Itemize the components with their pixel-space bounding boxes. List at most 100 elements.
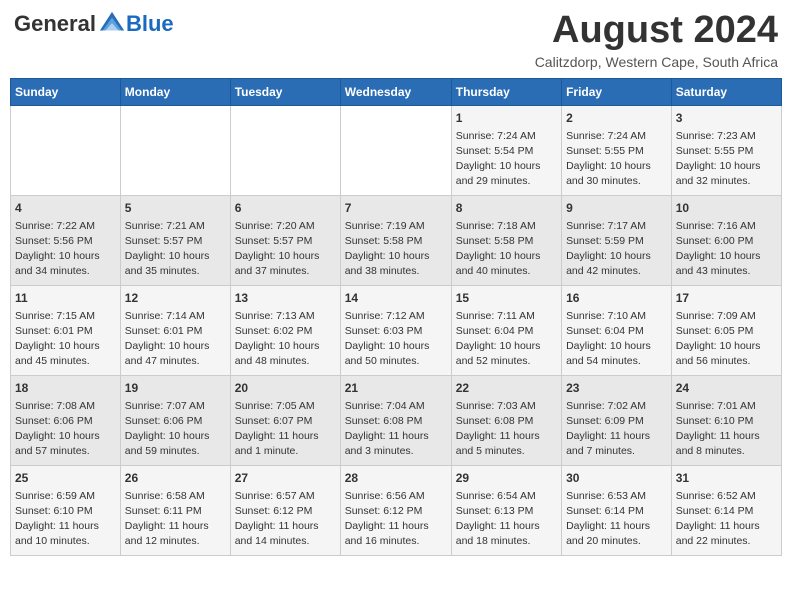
calendar-cell: 21 Sunrise: 7:04 AM Sunset: 6:08 PM Dayli… [340,375,451,465]
header-day-thursday: Thursday [451,78,561,105]
day-number: 8 [456,200,557,217]
day-number: 21 [345,380,447,397]
day-number: 15 [456,290,557,307]
calendar-cell: 4 Sunrise: 7:22 AM Sunset: 5:56 PM Daylig… [11,195,121,285]
page-header: General Blue August 2024 Calitzdorp, Wes… [10,10,782,70]
calendar-cell: 28Sunrise: 6:56 AM Sunset: 6:12 PM Dayli… [340,465,451,555]
day-number: 3 [676,110,777,127]
cell-content: Sunrise: 7:07 AM Sunset: 6:06 PM Dayligh… [125,399,226,460]
day-number: 2 [566,110,667,127]
calendar-cell: 2Sunrise: 7:24 AM Sunset: 5:55 PM Daylig… [562,105,672,195]
cell-content: Sunrise: 7:24 AM Sunset: 5:54 PM Dayligh… [456,129,557,190]
day-number: 4 [15,200,116,217]
day-number: 11 [15,290,116,307]
day-number: 22 [456,380,557,397]
calendar-cell: 9 Sunrise: 7:17 AM Sunset: 5:59 PM Daylig… [562,195,672,285]
week-row-2: 11 Sunrise: 7:15 AM Sunset: 6:01 PM Dayli… [11,285,782,375]
day-number: 12 [125,290,226,307]
day-number: 1 [456,110,557,127]
day-number: 9 [566,200,667,217]
title-block: August 2024 Calitzdorp, Western Cape, So… [535,10,778,70]
day-number: 17 [676,290,777,307]
calendar-cell: 24Sunrise: 7:01 AM Sunset: 6:10 PM Dayli… [671,375,781,465]
cell-content: Sunrise: 7:11 AM Sunset: 6:04 PM Dayligh… [456,309,557,370]
day-number: 19 [125,380,226,397]
calendar-cell [11,105,121,195]
calendar-cell [230,105,340,195]
cell-content: Sunrise: 7:15 AM Sunset: 6:01 PM Dayligh… [15,309,116,370]
day-number: 18 [15,380,116,397]
cell-content: Sunrise: 7:12 AM Sunset: 6:03 PM Dayligh… [345,309,447,370]
calendar-header: SundayMondayTuesdayWednesdayThursdayFrid… [11,78,782,105]
cell-content: Sunrise: 6:54 AM Sunset: 6:13 PM Dayligh… [456,489,557,550]
day-number: 13 [235,290,336,307]
header-day-wednesday: Wednesday [340,78,451,105]
calendar-cell: 29 Sunrise: 6:54 AM Sunset: 6:13 PM Dayli… [451,465,561,555]
cell-content: Sunrise: 7:04 AM Sunset: 6:08 PM Dayligh… [345,399,447,460]
calendar-cell: 7Sunrise: 7:19 AM Sunset: 5:58 PM Daylig… [340,195,451,285]
cell-content: Sunrise: 7:05 AM Sunset: 6:07 PM Dayligh… [235,399,336,460]
day-number: 5 [125,200,226,217]
logo-general: General [14,11,96,37]
calendar-cell: 14 Sunrise: 7:12 AM Sunset: 6:03 PM Dayli… [340,285,451,375]
cell-content: Sunrise: 6:52 AM Sunset: 6:14 PM Dayligh… [676,489,777,550]
logo-blue: Blue [126,11,174,37]
cell-content: Sunrise: 7:23 AM Sunset: 5:55 PM Dayligh… [676,129,777,190]
cell-content: Sunrise: 7:14 AM Sunset: 6:01 PM Dayligh… [125,309,226,370]
calendar-cell: 22 Sunrise: 7:03 AM Sunset: 6:08 PM Dayli… [451,375,561,465]
logo: General Blue [14,10,174,38]
calendar-cell: 15 Sunrise: 7:11 AM Sunset: 6:04 PM Dayli… [451,285,561,375]
week-row-0: 1 Sunrise: 7:24 AM Sunset: 5:54 PM Daylig… [11,105,782,195]
calendar-cell: 19 Sunrise: 7:07 AM Sunset: 6:06 PM Dayli… [120,375,230,465]
day-number: 28 [345,470,447,487]
calendar-cell: 16 Sunrise: 7:10 AM Sunset: 6:04 PM Dayli… [562,285,672,375]
calendar-cell: 5 Sunrise: 7:21 AM Sunset: 5:57 PM Daylig… [120,195,230,285]
calendar-cell [120,105,230,195]
cell-content: Sunrise: 7:17 AM Sunset: 5:59 PM Dayligh… [566,219,667,280]
calendar-cell: 27Sunrise: 6:57 AM Sunset: 6:12 PM Dayli… [230,465,340,555]
calendar-cell: 12 Sunrise: 7:14 AM Sunset: 6:01 PM Dayli… [120,285,230,375]
cell-content: Sunrise: 7:13 AM Sunset: 6:02 PM Dayligh… [235,309,336,370]
week-row-1: 4 Sunrise: 7:22 AM Sunset: 5:56 PM Daylig… [11,195,782,285]
cell-content: Sunrise: 7:02 AM Sunset: 6:09 PM Dayligh… [566,399,667,460]
day-number: 26 [125,470,226,487]
day-number: 14 [345,290,447,307]
header-day-friday: Friday [562,78,672,105]
day-number: 16 [566,290,667,307]
cell-content: Sunrise: 7:22 AM Sunset: 5:56 PM Dayligh… [15,219,116,280]
calendar-table: SundayMondayTuesdayWednesdayThursdayFrid… [10,78,782,556]
calendar-cell: 11 Sunrise: 7:15 AM Sunset: 6:01 PM Dayli… [11,285,121,375]
logo-icon [98,10,126,38]
day-number: 29 [456,470,557,487]
header-day-sunday: Sunday [11,78,121,105]
day-number: 20 [235,380,336,397]
header-row: SundayMondayTuesdayWednesdayThursdayFrid… [11,78,782,105]
calendar-body: 1 Sunrise: 7:24 AM Sunset: 5:54 PM Daylig… [11,105,782,555]
calendar-cell: 30Sunrise: 6:53 AM Sunset: 6:14 PM Dayli… [562,465,672,555]
calendar-cell: 6Sunrise: 7:20 AM Sunset: 5:57 PM Daylig… [230,195,340,285]
day-number: 30 [566,470,667,487]
cell-content: Sunrise: 7:09 AM Sunset: 6:05 PM Dayligh… [676,309,777,370]
calendar-cell: 10Sunrise: 7:16 AM Sunset: 6:00 PM Dayli… [671,195,781,285]
calendar-cell: 18 Sunrise: 7:08 AM Sunset: 6:06 PM Dayli… [11,375,121,465]
calendar-cell: 31Sunrise: 6:52 AM Sunset: 6:14 PM Dayli… [671,465,781,555]
cell-content: Sunrise: 7:08 AM Sunset: 6:06 PM Dayligh… [15,399,116,460]
month-title: August 2024 [535,10,778,52]
day-number: 25 [15,470,116,487]
cell-content: Sunrise: 7:03 AM Sunset: 6:08 PM Dayligh… [456,399,557,460]
calendar-cell: 1 Sunrise: 7:24 AM Sunset: 5:54 PM Daylig… [451,105,561,195]
header-day-saturday: Saturday [671,78,781,105]
calendar-cell: 20 Sunrise: 7:05 AM Sunset: 6:07 PM Dayli… [230,375,340,465]
cell-content: Sunrise: 7:21 AM Sunset: 5:57 PM Dayligh… [125,219,226,280]
cell-content: Sunrise: 7:10 AM Sunset: 6:04 PM Dayligh… [566,309,667,370]
calendar-cell: 8Sunrise: 7:18 AM Sunset: 5:58 PM Daylig… [451,195,561,285]
calendar-cell: 3 Sunrise: 7:23 AM Sunset: 5:55 PM Daylig… [671,105,781,195]
day-number: 6 [235,200,336,217]
calendar-cell: 23Sunrise: 7:02 AM Sunset: 6:09 PM Dayli… [562,375,672,465]
day-number: 27 [235,470,336,487]
calendar-cell: 26Sunrise: 6:58 AM Sunset: 6:11 PM Dayli… [120,465,230,555]
day-number: 7 [345,200,447,217]
header-day-monday: Monday [120,78,230,105]
cell-content: Sunrise: 7:16 AM Sunset: 6:00 PM Dayligh… [676,219,777,280]
cell-content: Sunrise: 7:01 AM Sunset: 6:10 PM Dayligh… [676,399,777,460]
